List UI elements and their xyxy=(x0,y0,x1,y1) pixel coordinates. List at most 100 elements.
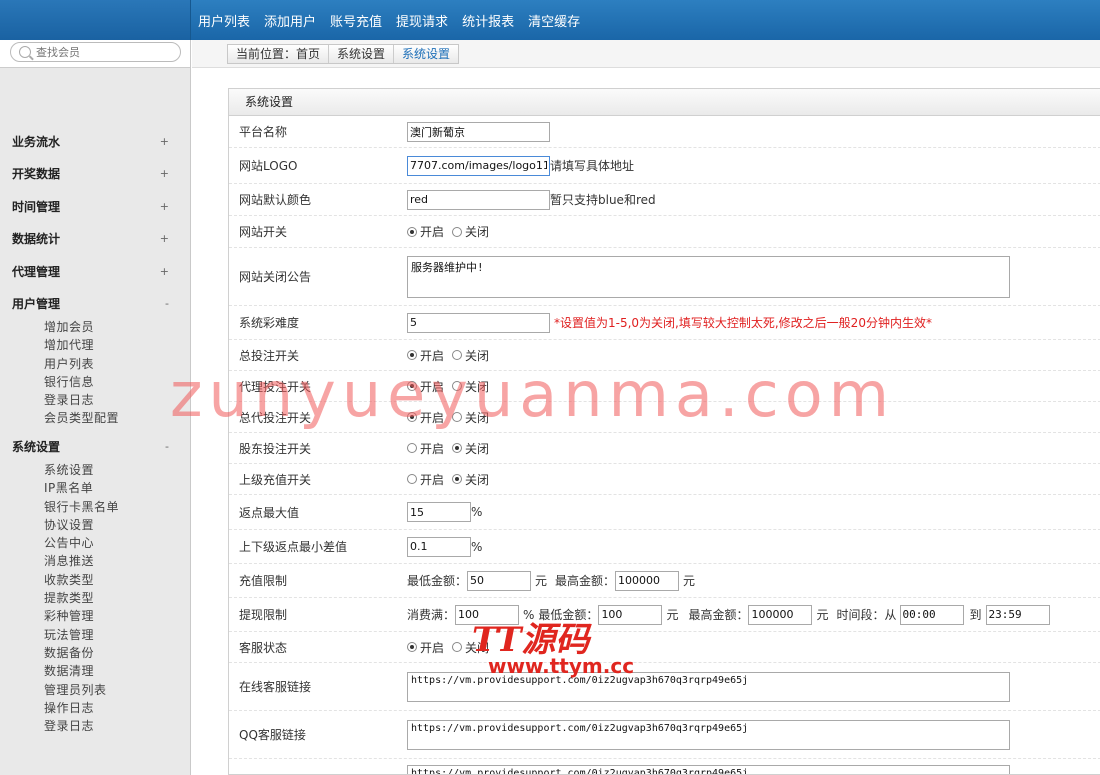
sidebar-item-payment-types[interactable]: 收款类型 xyxy=(44,571,191,589)
radio-unchecked-icon[interactable] xyxy=(452,350,463,360)
breadcrumb-level1[interactable]: 系统设置 xyxy=(329,45,395,63)
radio-off[interactable]: 关闭 xyxy=(452,347,489,364)
nav-account-recharge[interactable]: 账号充值 xyxy=(330,11,382,30)
sidebar-group-head[interactable]: 时间管理 + xyxy=(0,196,191,216)
row-total-bet: 总投注开关 开启 关闭 xyxy=(229,340,1100,371)
sidebar-item-login-log[interactable]: 登录日志 xyxy=(44,391,191,409)
sidebar-item-push[interactable]: 消息推送 xyxy=(44,552,191,570)
radio-off[interactable]: 关闭 xyxy=(452,440,489,457)
radio-off[interactable]: 关闭 xyxy=(452,639,489,656)
collapse-icon[interactable]: - xyxy=(165,297,169,310)
time-to-input[interactable] xyxy=(985,604,1050,625)
radio-checked-icon[interactable] xyxy=(407,381,417,391)
radio-unchecked-icon[interactable] xyxy=(452,226,463,237)
radio-unchecked-icon[interactable] xyxy=(407,474,417,484)
search-input[interactable] xyxy=(36,45,166,59)
collapse-icon[interactable]: - xyxy=(165,440,169,453)
platform-name-input[interactable] xyxy=(407,121,550,142)
radio-on[interactable]: 开启 xyxy=(407,378,444,395)
expand-icon[interactable]: + xyxy=(160,167,169,180)
withdraw-consume-input[interactable] xyxy=(455,604,520,625)
sidebar-item-cleanup[interactable]: 数据清理 xyxy=(44,662,191,680)
radio-checked-icon[interactable] xyxy=(407,642,417,652)
rebate-diff-input[interactable] xyxy=(407,536,471,557)
radio-unchecked-icon[interactable] xyxy=(452,642,463,652)
sidebar-item-announcements[interactable]: 公告中心 xyxy=(44,534,191,552)
radio-on[interactable]: 开启 xyxy=(407,409,444,426)
recharge-max-input[interactable] xyxy=(615,570,680,591)
expand-icon[interactable]: + xyxy=(160,232,169,245)
sidebar-item-user-list[interactable]: 用户列表 xyxy=(44,355,191,373)
time-from-input[interactable] xyxy=(899,604,964,625)
sidebar-item-card-blacklist[interactable]: 银行卡黑名单 xyxy=(44,498,191,516)
radio-unchecked-icon[interactable] xyxy=(452,381,463,391)
radio-off[interactable]: 关闭 xyxy=(452,409,489,426)
difficulty-input[interactable] xyxy=(407,312,550,333)
sidebar-group-time: 时间管理 + xyxy=(0,196,191,216)
sidebar-group-lottery-data: 开奖数据 + xyxy=(0,163,191,183)
radio-on[interactable]: 开启 xyxy=(407,440,444,457)
sidebar-item-agreement[interactable]: 协议设置 xyxy=(44,516,191,534)
expand-icon[interactable]: + xyxy=(160,135,169,148)
sidebar-item-admins[interactable]: 管理员列表 xyxy=(44,681,191,699)
close-notice-textarea[interactable]: 服务器维护中! xyxy=(407,256,1010,298)
field-label: 返点最大值 xyxy=(239,505,300,520)
sidebar-group-head[interactable]: 数据统计 + xyxy=(0,228,191,248)
field-label: 上下级返点最小差值 xyxy=(239,540,348,554)
nav-statistics[interactable]: 统计报表 xyxy=(462,11,514,30)
radio-on[interactable]: 开启 xyxy=(407,639,444,656)
expand-icon[interactable]: + xyxy=(160,200,169,213)
radio-unchecked-icon[interactable] xyxy=(407,443,417,453)
radio-unchecked-icon[interactable] xyxy=(452,412,463,422)
radio-checked-icon[interactable] xyxy=(452,443,463,453)
sidebar-item-login-log[interactable]: 登录日志 xyxy=(44,717,191,735)
radio-on[interactable]: 开启 xyxy=(407,347,444,364)
sidebar-item-add-member[interactable]: 增加会员 xyxy=(44,318,191,336)
radio-checked-icon[interactable] xyxy=(452,474,463,484)
sidebar-item-system-settings[interactable]: 系统设置 xyxy=(44,461,191,479)
nav-clear-cache[interactable]: 清空缓存 xyxy=(528,11,580,30)
sidebar-item-add-agent[interactable]: 增加代理 xyxy=(44,336,191,354)
withdraw-max-input[interactable] xyxy=(748,604,813,625)
logo-input[interactable] xyxy=(407,155,550,176)
sidebar-group-head[interactable]: 代理管理 + xyxy=(0,261,191,281)
online-service-textarea[interactable]: https://vm.providesupport.com/0iz2ugvap3… xyxy=(407,672,1010,702)
radio-on[interactable]: 开启 xyxy=(407,223,444,240)
withdraw-min-input[interactable] xyxy=(598,604,663,625)
radio-checked-icon[interactable] xyxy=(407,226,417,237)
radio-on[interactable]: 开启 xyxy=(407,471,444,488)
sidebar-item-backup[interactable]: 数据备份 xyxy=(44,644,191,662)
radio-off[interactable]: 关闭 xyxy=(452,378,489,395)
recharge-min-input[interactable] xyxy=(467,570,532,591)
extra-service-textarea[interactable]: https://vm.providesupport.com/0iz2ugvap3… xyxy=(407,765,1010,774)
sidebar-group-head[interactable]: 开奖数据 + xyxy=(0,163,191,183)
color-input[interactable] xyxy=(407,189,550,210)
group-title: 代理管理 xyxy=(12,264,61,279)
sidebar-group-head[interactable]: 系统设置 - xyxy=(0,436,191,456)
sidebar-item-withdraw-types[interactable]: 提款类型 xyxy=(44,589,191,607)
radio-off[interactable]: 关闭 xyxy=(452,223,489,240)
sidebar-item-member-type[interactable]: 会员类型配置 xyxy=(44,409,191,427)
sidebar-item-operation-log[interactable]: 操作日志 xyxy=(44,699,191,717)
nav-withdraw-requests[interactable]: 提现请求 xyxy=(396,11,448,30)
sidebar-group-users: 用户管理 - 增加会员 增加代理 用户列表 银行信息 登录日志 会员类型配置 xyxy=(0,293,191,428)
sidebar-item-play-types[interactable]: 玩法管理 xyxy=(44,626,191,644)
sidebar-sub-list: 增加会员 增加代理 用户列表 银行信息 登录日志 会员类型配置 xyxy=(0,318,191,428)
sidebar-item-lottery-types[interactable]: 彩种管理 xyxy=(44,607,191,625)
sidebar-group-head[interactable]: 用户管理 - xyxy=(0,293,191,313)
nav-user-list[interactable]: 用户列表 xyxy=(198,11,250,30)
radio-checked-icon[interactable] xyxy=(407,412,417,422)
radio-off[interactable]: 关闭 xyxy=(452,471,489,488)
nav-add-user[interactable]: 添加用户 xyxy=(264,11,316,30)
rebate-max-input[interactable] xyxy=(407,502,471,522)
radio-checked-icon[interactable] xyxy=(407,350,417,360)
sidebar-group-business: 业务流水 + xyxy=(0,131,191,151)
settings-panel: 系统设置 平台名称 网站LOGO 请填写具体地址 网站默认颜色 暂只支持blue… xyxy=(228,88,1100,775)
sidebar-item-bank-info[interactable]: 银行信息 xyxy=(44,373,191,391)
row-general-agent-bet: 总代投注开关 开启 关闭 xyxy=(229,402,1100,433)
breadcrumb-home[interactable]: 当前位置：首页 xyxy=(228,45,330,63)
expand-icon[interactable]: + xyxy=(160,265,169,278)
qq-service-textarea[interactable]: https://vm.providesupport.com/0iz2ugvap3… xyxy=(407,720,1010,750)
sidebar-group-head[interactable]: 业务流水 + xyxy=(0,131,191,151)
sidebar-item-ip-blacklist[interactable]: IP黑名单 xyxy=(44,479,191,497)
